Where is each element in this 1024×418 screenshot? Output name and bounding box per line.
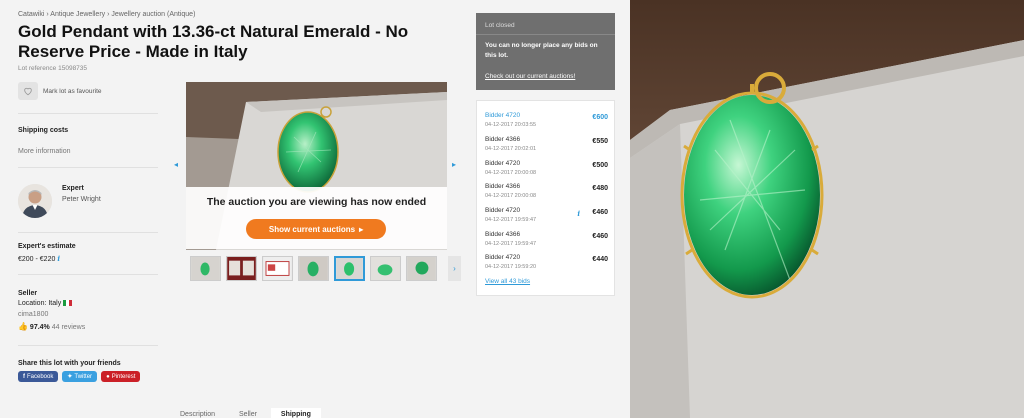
bid-bidder: Bidder 4366 — [485, 231, 521, 238]
thumbnail[interactable] — [406, 256, 437, 281]
thumbnail[interactable] — [262, 256, 293, 281]
lot-page: Catawiki › Antique Jewellery › Jewellery… — [0, 0, 630, 418]
bid-row: Bidder 4720 04-12-2017 19:59:47 i €460 — [485, 207, 608, 229]
favourite-label: Mark lot as favourite — [43, 87, 102, 95]
thumbnail-selected[interactable] — [334, 256, 365, 281]
seller-location: Location: Italy — [18, 300, 62, 307]
shipping-heading: Shipping costs — [18, 127, 69, 134]
view-all-bids-link[interactable]: View all 43 bids — [485, 278, 530, 285]
bid-time: 04-12-2017 19:59:20 — [485, 264, 537, 270]
expert-heading: Expert — [62, 185, 84, 192]
lot-closed-message: You can no longer place any bids on this… — [485, 42, 598, 59]
twitter-label: Twitter — [74, 373, 93, 380]
thumbs-up-icon: 👍 — [18, 322, 28, 331]
seller-location-row: Location: Italy — [18, 300, 73, 307]
page-title: Gold Pendant with 13.36-ct Natural Emera… — [18, 22, 409, 61]
pinterest-label: Pinterest — [111, 373, 136, 380]
bid-bidder: Bidder 4366 — [485, 183, 521, 190]
heart-icon[interactable] — [18, 82, 38, 100]
seller-username[interactable]: cima1800 — [18, 311, 48, 318]
emerald-pendant-photo — [630, 0, 1024, 418]
gallery-prev-arrow[interactable]: ◂ — [174, 160, 178, 169]
divider — [18, 113, 158, 114]
breadcrumb[interactable]: Catawiki › Antique Jewellery › Jewellery… — [18, 11, 195, 18]
bid-bidder: Bidder 4366 — [485, 136, 521, 143]
show-current-auctions-label: Show current auctions — [268, 224, 356, 234]
share-heading: Share this lot with your friends — [18, 360, 121, 367]
pinterest-icon: ● — [106, 373, 110, 380]
lot-closed-title: Lot closed — [485, 22, 515, 29]
estimate-row: €200 - €220 i — [18, 254, 60, 263]
seller-rating-row: 👍 97.4% 44 reviews — [18, 322, 85, 331]
expert-avatar — [18, 184, 52, 218]
divider — [18, 232, 158, 233]
pinterest-share-button[interactable]: ● Pinterest — [101, 371, 141, 382]
bid-row: Bidder 4720 04-12-2017 20:03:55 €600 — [485, 112, 608, 134]
divider — [476, 34, 615, 35]
current-auctions-link[interactable]: Check out our current auctions! — [485, 73, 575, 80]
favourite-button[interactable]: Mark lot as favourite — [18, 82, 102, 100]
seller-reviews[interactable]: 44 reviews — [52, 324, 85, 331]
bid-history-panel: Bidder 4720 04-12-2017 20:03:55 €600 Bid… — [476, 100, 615, 296]
bid-time: 04-12-2017 20:00:08 — [485, 193, 537, 199]
bid-row: Bidder 4366 04-12-2017 19:59:47 €460 — [485, 231, 608, 253]
bid-amount: €480 — [592, 185, 608, 192]
thumbnail[interactable] — [190, 256, 221, 281]
thumbnail-next-arrow[interactable]: › — [448, 256, 461, 281]
auto-bid-info-icon[interactable]: i — [577, 209, 580, 218]
divider — [18, 274, 158, 275]
thumbnail[interactable] — [226, 256, 257, 281]
facebook-label: Facebook — [27, 373, 54, 380]
bid-row: Bidder 4720 04-12-2017 19:59:20 €440 — [485, 254, 608, 276]
bid-bidder: Bidder 4720 — [485, 254, 521, 261]
auction-ended-message: The auction you are viewing has now ende… — [206, 196, 427, 208]
arrow-right-icon: ▸ — [359, 224, 364, 234]
facebook-icon: f — [23, 373, 25, 380]
bid-amount: €440 — [592, 256, 608, 263]
bid-time: 04-12-2017 20:00:08 — [485, 170, 537, 176]
thumbnail[interactable] — [298, 256, 329, 281]
seller-rating: 97.4% — [29, 324, 50, 331]
bid-bidder: Bidder 4720 — [485, 112, 521, 119]
facebook-share-button[interactable]: f Facebook — [18, 371, 59, 382]
auction-ended-overlay: The auction you are viewing has now ende… — [186, 187, 447, 249]
estimate-heading: Expert's estimate — [18, 243, 76, 250]
tab-description[interactable]: Description — [170, 408, 225, 418]
bid-row: Bidder 4366 04-12-2017 20:00:08 €480 — [485, 183, 608, 205]
twitter-share-button[interactable]: ✦ Twitter — [62, 371, 98, 382]
seller-heading: Seller — [18, 290, 38, 297]
bid-amount: €500 — [592, 162, 608, 169]
thumbnail-strip — [190, 256, 437, 281]
tab-shipping[interactable]: Shipping — [270, 408, 321, 418]
bid-amount: €460 — [592, 233, 608, 240]
divider — [18, 345, 158, 346]
show-current-auctions-button[interactable]: Show current auctions ▸ — [246, 219, 386, 239]
thumbnail[interactable] — [370, 256, 401, 281]
bid-row: Bidder 4720 04-12-2017 20:00:08 €500 — [485, 160, 608, 182]
bid-time: 04-12-2017 19:59:47 — [485, 217, 537, 223]
expert-name: Peter Wright — [62, 196, 101, 203]
bid-amount: €550 — [592, 138, 608, 145]
bid-bidder: Bidder 4720 — [485, 160, 521, 167]
tab-seller[interactable]: Seller — [229, 408, 267, 418]
info-icon[interactable]: i — [57, 254, 60, 263]
italy-flag-icon — [63, 300, 73, 307]
share-buttons: f Facebook ✦ Twitter ● Pinterest — [18, 371, 141, 382]
bid-time: 04-12-2017 20:03:55 — [485, 122, 537, 128]
lot-reference: Lot reference 15098735 — [18, 65, 88, 72]
divider — [18, 167, 158, 168]
twitter-icon: ✦ — [67, 374, 73, 380]
estimate-value: €200 - €220 — [18, 256, 56, 263]
gallery-next-arrow[interactable]: ▸ — [452, 160, 456, 169]
bid-amount: €460 — [592, 209, 608, 216]
bid-row: Bidder 4366 04-12-2017 20:02:01 €550 — [485, 136, 608, 158]
bid-amount: €600 — [592, 114, 608, 121]
bid-bidder: Bidder 4720 — [485, 207, 521, 214]
bid-time: 04-12-2017 20:02:01 — [485, 146, 537, 152]
bid-time: 04-12-2017 19:59:47 — [485, 241, 537, 247]
lot-closed-panel: Lot closed You can no longer place any b… — [476, 13, 615, 90]
shipping-more-info-link[interactable]: More information — [18, 148, 71, 155]
lot-tabs: Description Seller Shipping — [170, 408, 321, 418]
